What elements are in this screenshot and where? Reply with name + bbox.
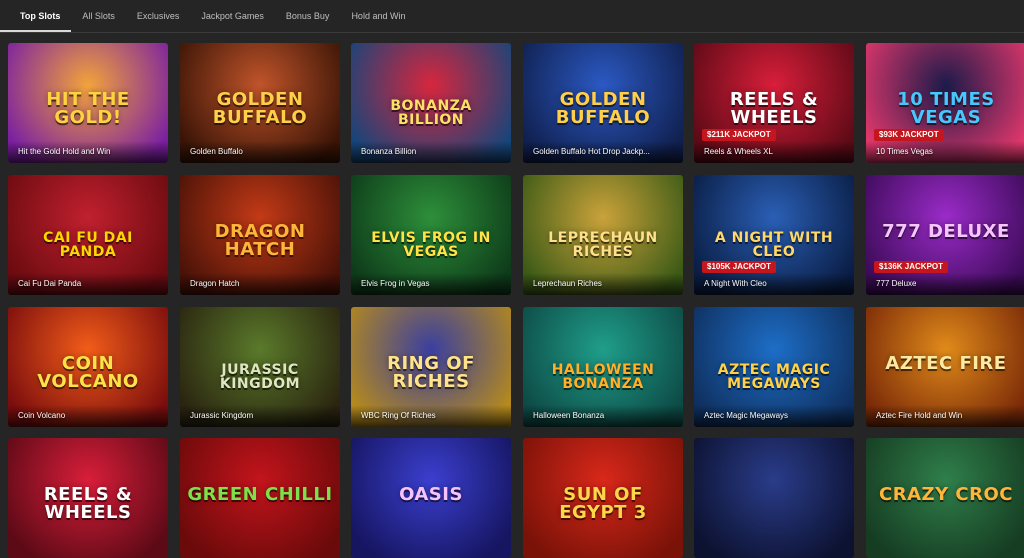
game-logo: GREEN CHILLI [187,484,333,505]
game-logo: CAI FU DAI PANDA [43,230,133,260]
tab-jackpot-games[interactable]: Jackpot Games [190,0,275,32]
game-tile[interactable]: HALLOWEEN BONANZA Halloween Bonanza [523,307,683,427]
game-tile[interactable]: AZTEC FIRE Aztec Fire Hold and Win [866,307,1024,427]
game-title: Coin Volcano [8,405,168,427]
game-tile[interactable]: SUN OF EGYPT 3 [523,438,683,558]
game-title: Golden Buffalo Hot Drop Jackp... [523,141,683,163]
game-title: Elvis Frog in Vegas [351,273,511,295]
game-title: Halloween Bonanza [523,405,683,427]
game-title: 10 Times Vegas [866,141,1024,163]
game-logo: SUN OF EGYPT 3 [559,484,647,523]
game-tile[interactable]: CAI FU DAI PANDA Cai Fu Dai Panda [8,175,168,295]
game-tile[interactable]: BONANZA BILLION Bonanza Billion [351,43,511,163]
jackpot-badge: $211K JACKPOT [702,129,776,141]
game-logo: GOLDEN BUFFALO [212,89,308,128]
game-title: Cai Fu Dai Panda [8,273,168,295]
game-logo: HALLOWEEN BONANZA [551,362,655,392]
game-logo: JURASSIC KINGDOM [219,362,301,392]
game-title: Jurassic Kingdom [180,405,340,427]
game-tile[interactable]: REELS & WHEELS [8,438,168,558]
game-logo: OASIS [399,484,463,505]
game-logo: BONANZA BILLION [390,98,472,128]
tab-hold-and-win[interactable]: Hold and Win [340,0,416,32]
game-tile[interactable]: OASIS [351,438,511,558]
game-tile[interactable]: HIT THE GOLD! Hit the Gold Hold and Win [8,43,168,163]
game-logo: A NIGHT WITH CLEO [714,230,834,260]
game-logo: AZTEC MAGIC MEGAWAYS [717,362,831,392]
game-title: A Night With Cleo [694,273,854,295]
game-logo: AZTEC FIRE [885,353,1007,374]
game-logo: 777 DELUXE [882,221,1010,242]
game-tile[interactable]: GREEN CHILLI [180,438,340,558]
game-tile[interactable]: GOLDEN BUFFALO Golden Buffalo Hot Drop Ja… [523,43,683,163]
game-title: Leprechaun Riches [523,273,683,295]
game-logo: REELS & WHEELS [43,484,133,523]
game-logo: CRAZY CROC [879,484,1013,505]
game-title: Aztec Fire Hold and Win [866,405,1024,427]
game-logo: ELVIS FROG IN VEGAS [371,230,491,260]
tab-top-slots[interactable]: Top Slots [0,0,72,32]
game-tile[interactable]: REELS & WHEELS $211K JACKPOT Reels & Wheel… [694,43,854,163]
game-title: Reels & Wheels XL [694,141,854,163]
category-tab-bar: Top Slots All Slots Exclusives Jackpot G… [0,0,1024,33]
game-tile[interactable]: GOLDEN BUFFALO Golden Buffalo [180,43,340,163]
jackpot-badge: $93K JACKPOT [874,129,944,141]
game-title: WBC Ring Of Riches [351,405,511,427]
game-logo: DRAGON HATCH [214,221,306,260]
game-tile[interactable]: 777 DELUXE $136K JACKPOT 777 Deluxe [866,175,1024,295]
jackpot-badge: $136K JACKPOT [874,261,949,273]
game-tile[interactable]: JURASSIC KINGDOM Jurassic Kingdom [180,307,340,427]
game-thumbnail [694,438,854,558]
game-tile[interactable]: COIN VOLCANO Coin Volcano [8,307,168,427]
game-title: Golden Buffalo [180,141,340,163]
game-logo: 10 TIMES VEGAS [897,89,995,128]
tab-all-slots[interactable]: All Slots [71,0,126,32]
tab-bonus-buy[interactable]: Bonus Buy [275,0,341,32]
game-tile[interactable]: AZTEC MAGIC MEGAWAYS Aztec Magic Megaways [694,307,854,427]
game-logo: RING OF RICHES [387,353,475,392]
game-tile[interactable]: CRAZY CROC [866,438,1024,558]
game-title: Dragon Hatch [180,273,340,295]
tab-exclusives[interactable]: Exclusives [126,0,191,32]
game-tile[interactable] [694,438,854,558]
game-title: Aztec Magic Megaways [694,405,854,427]
game-tile[interactable]: 10 TIMES VEGAS $93K JACKPOT 10 Times Vegas [866,43,1024,163]
game-logo: REELS & WHEELS [729,89,819,128]
game-tile[interactable]: RING OF RICHES WBC Ring Of Riches [351,307,511,427]
game-logo: HIT THE GOLD! [46,89,130,128]
game-tile[interactable]: A NIGHT WITH CLEO $105K JACKPOT A Night Wi… [694,175,854,295]
jackpot-badge: $105K JACKPOT [702,261,777,273]
game-logo: COIN VOLCANO [37,353,139,392]
game-tile[interactable]: LEPRECHAUN RICHES Leprechaun Riches [523,175,683,295]
game-title: Bonanza Billion [351,141,511,163]
game-logo: LEPRECHAUN RICHES [548,230,658,260]
game-logo: GOLDEN BUFFALO [555,89,651,128]
game-tile[interactable]: DRAGON HATCH Dragon Hatch [180,175,340,295]
game-title: Hit the Gold Hold and Win [8,141,168,163]
game-tile[interactable]: ELVIS FROG IN VEGAS Elvis Frog in Vegas [351,175,511,295]
game-title: 777 Deluxe [866,273,1024,295]
